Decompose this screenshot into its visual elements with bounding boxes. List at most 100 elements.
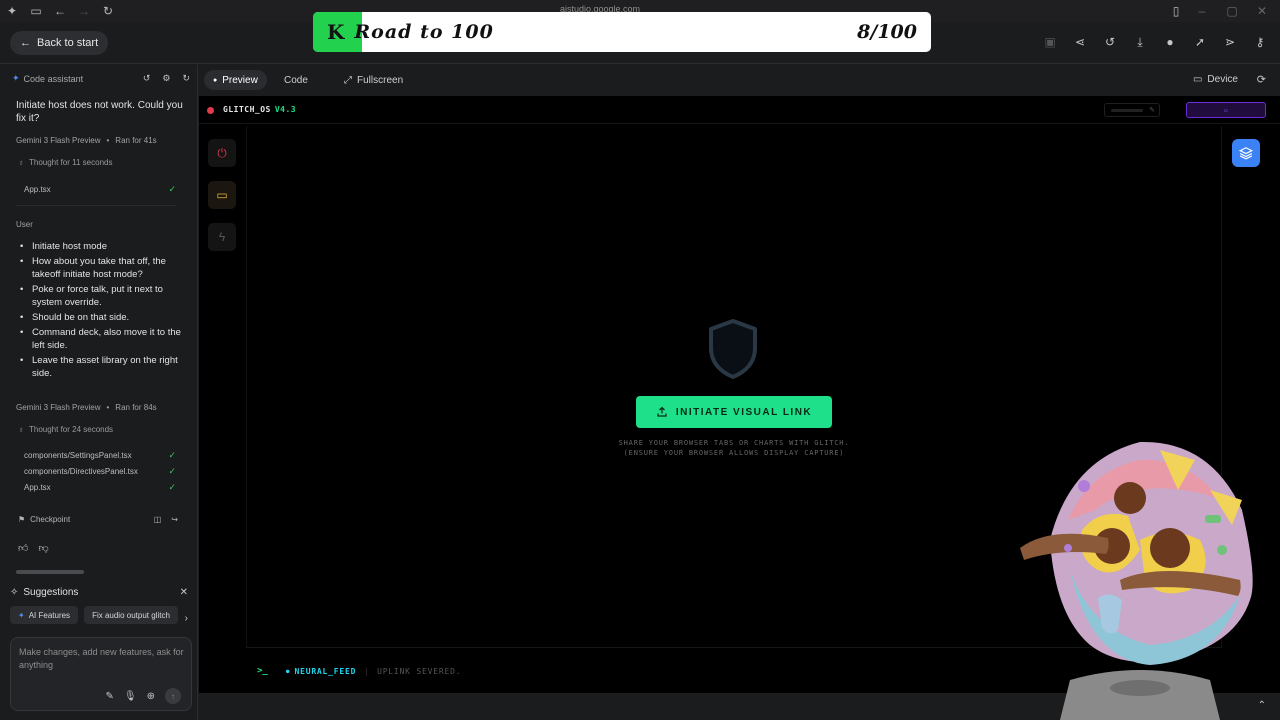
gear-icon[interactable]: ⚙ <box>162 73 170 84</box>
back-arrow-icon[interactable]: ← <box>48 0 72 22</box>
chevron-right-icon[interactable]: › <box>185 613 188 624</box>
history-icon[interactable]: ↺ <box>1100 32 1120 52</box>
tab-label: Preview <box>222 74 258 86</box>
active-dot-icon: ● <box>213 76 218 84</box>
monitor-icon: ▭ <box>1192 74 1203 85</box>
user-message-list: Initiate host mode How about you take th… <box>16 240 184 382</box>
app-menu-icon[interactable]: ✦ <box>0 0 24 22</box>
send-button[interactable]: ↑ <box>165 688 181 704</box>
list-item: How about you take that off, the takeoff… <box>16 255 184 281</box>
chat-button[interactable]: ▭ <box>208 181 236 209</box>
thought-label: Thought for 24 seconds <box>29 425 114 434</box>
sparkle-icon: ✦ <box>12 73 20 83</box>
init-sub-line: SHARE YOUR BROWSER TABS OR CHARTS WITH G… <box>618 439 850 447</box>
suggestion-chips: ✦ AI Features Fix audio output glitch <box>10 606 188 624</box>
save-icon[interactable]: ▣ <box>1040 32 1060 52</box>
banner-count: 8/100 <box>857 21 917 43</box>
tab-label: Fullscreen <box>357 74 404 86</box>
file-item[interactable]: components/DirectivesPanel.tsx ✓ <box>16 463 176 479</box>
user-label: User <box>16 220 33 229</box>
os-header: GLITCH_OS V4.3 ✎ ▭ <box>199 96 1280 124</box>
share-icon[interactable]: ⋗ <box>1220 32 1240 52</box>
os-title: GLITCH_OS V4.3 <box>223 105 296 114</box>
device-selector[interactable]: ▭ Device <box>1193 74 1238 85</box>
tab-fullscreen[interactable]: ⤢ Fullscreen <box>335 70 412 90</box>
run-meta: Gemini 3 Flash Preview • Ran for 84s <box>16 403 157 412</box>
tab-label: Code <box>284 74 308 86</box>
share-nodes-icon[interactable]: ⋖ <box>1070 32 1090 52</box>
microphone-icon[interactable]: 🎙︎ <box>124 691 137 702</box>
tab-code[interactable]: Code <box>275 70 317 90</box>
file-item[interactable]: components/SettingsPanel.tsx ✓ <box>16 447 176 463</box>
layers-button[interactable] <box>1232 139 1260 167</box>
suggestion-chip-ai-features[interactable]: ✦ AI Features <box>10 606 79 624</box>
back-label: Back to start <box>37 37 99 49</box>
list-item: Leave the asset library on the right sid… <box>16 354 184 380</box>
expand-icon: ⤢ <box>344 74 352 86</box>
api-key-icon[interactable]: ⚷ <box>1250 32 1270 52</box>
close-window-icon[interactable]: ✕ <box>1250 0 1274 22</box>
prompt-tools: ✎ 🎙︎ ⊕ ↑ <box>106 688 181 704</box>
prompt-input[interactable] <box>19 646 185 672</box>
thumbs-down-icon[interactable]: 👎︎ <box>38 542 48 554</box>
check-circle-icon: ✓ <box>168 481 176 492</box>
thumbs-up-icon[interactable]: 👍︎ <box>18 542 28 554</box>
reload-icon[interactable]: ↻ <box>96 0 120 22</box>
history-icon[interactable]: ↺ <box>143 73 151 84</box>
refresh-icon[interactable]: ↻ <box>182 73 190 84</box>
assistant-header: ✦ Code assistant ↺ ⚙ ↻ <box>12 73 190 84</box>
list-item: Should be on that side. <box>16 311 184 324</box>
file-name: App.tsx <box>24 482 51 492</box>
lightbulb-icon: ♁ <box>18 425 24 434</box>
check-circle-icon: ✓ <box>168 449 176 460</box>
init-sub-line: (ENSURE YOUR BROWSER ALLOWS DISPLAY CAPT… <box>623 449 845 457</box>
sparkle-icon: ✦ <box>18 610 25 620</box>
maximize-icon[interactable]: ▢ <box>1220 0 1244 22</box>
terminal-prompt-icon: >_ <box>257 666 268 676</box>
mascot-avatar <box>1020 441 1253 720</box>
add-circle-icon[interactable]: ⊕ <box>147 691 155 702</box>
split-view-icon[interactable]: ▯ <box>1164 0 1188 22</box>
minimize-icon[interactable]: – <box>1190 0 1214 22</box>
run-time: Ran for 41s <box>115 136 157 145</box>
file-item[interactable]: App.tsx ✓ <box>16 181 176 197</box>
feed-separator: | <box>364 666 370 676</box>
sidebar-toggle-icon[interactable]: ▭ <box>24 0 48 22</box>
file-name: components/DirectivesPanel.tsx <box>24 466 138 476</box>
stream-button[interactable]: ▭ <box>1186 102 1266 118</box>
github-icon[interactable]: ● <box>1160 32 1180 52</box>
shield-icon <box>709 319 757 379</box>
file-name: App.tsx <box>24 184 51 194</box>
file-item[interactable]: App.tsx ✓ <box>16 479 176 495</box>
suggestions-title: Suggestions <box>23 587 79 598</box>
refresh-preview-icon[interactable]: ⟳ <box>1257 73 1266 86</box>
bolt-button[interactable]: ϟ <box>208 223 236 251</box>
horizontal-scrollbar[interactable] <box>16 570 84 574</box>
model-name: Gemini 3 Flash Preview <box>16 136 101 145</box>
power-button[interactable]: ⏻ <box>208 139 236 167</box>
back-to-start-button[interactable]: ← Back to start <box>10 31 109 55</box>
file-name: components/SettingsPanel.tsx <box>24 450 132 460</box>
tab-preview[interactable]: ● Preview <box>204 70 267 90</box>
thought-toggle[interactable]: ♁ Thought for 24 seconds <box>18 425 113 434</box>
stream-icon: ▭ <box>1223 106 1229 114</box>
close-icon[interactable]: ✕ <box>180 587 188 598</box>
prompt-box: ✎ 🎙︎ ⊕ ↑ <box>10 637 192 711</box>
mic-status[interactable]: ✎ <box>1104 103 1160 117</box>
compare-icon[interactable]: ◫ <box>154 515 162 524</box>
download-icon[interactable]: ⤓ <box>1130 32 1150 52</box>
changed-files-list: components/SettingsPanel.tsx ✓ component… <box>16 447 176 495</box>
deploy-rocket-icon[interactable]: ➚ <box>1190 32 1210 52</box>
list-item: Initiate host mode <box>16 240 184 253</box>
preview-tabbar: ● Preview Code ⤢ Fullscreen ▭ Device ⟳ <box>199 65 1280 96</box>
suggestion-chip-fix-audio[interactable]: Fix audio output glitch <box>84 606 178 624</box>
feed-dot-icon: ● <box>285 667 290 675</box>
thought-toggle[interactable]: ♁ Thought for 11 seconds <box>18 158 112 167</box>
upload-icon <box>657 406 667 417</box>
side-toolbar: ⏻ ▭ ϟ <box>208 139 236 251</box>
initiate-visual-link-button[interactable]: INITIATE VISUAL LINK <box>636 396 832 428</box>
restore-icon[interactable]: ↪ <box>171 515 178 524</box>
forward-arrow-icon[interactable]: → <box>72 0 96 22</box>
suggestions-header: ✧ Suggestions ✕ <box>10 587 188 598</box>
magic-edit-icon[interactable]: ✎ <box>106 691 114 702</box>
